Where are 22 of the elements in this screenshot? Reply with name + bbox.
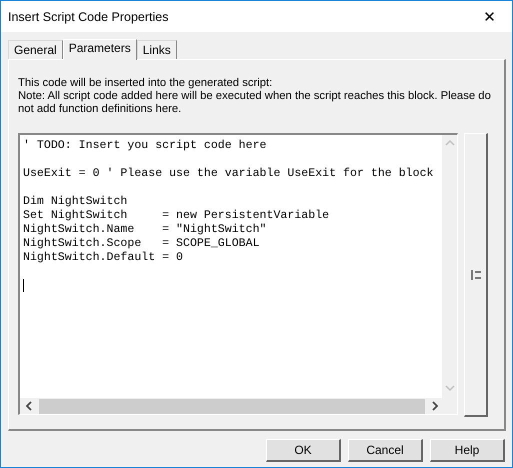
description-text: This code will be inserted into the generated script: Note: All script code added here will be executed when the script reaches this block. Please do not add function definitions here. [18, 77, 492, 117]
code-line: Dim NightSwitch [23, 195, 128, 209]
scroll-right-icon[interactable] [431, 401, 439, 411]
code-line: Set NightSwitch = new PersistentVariable [23, 209, 330, 223]
code-line: NightSwitch.Scope = SCOPE_GLOBAL [23, 237, 261, 251]
text-cursor [23, 279, 24, 292]
tab[interactable]: Parameters [62, 39, 137, 60]
tab[interactable]: General [8, 40, 63, 59]
code-line: ' TODO: Insert you script code here [23, 139, 268, 153]
code-line: NightSwitch.Name = "NightSwitch" [23, 223, 268, 237]
scroll-left-icon[interactable] [25, 401, 33, 411]
variables-button[interactable] [464, 133, 488, 417]
code-line: NightSwitch.Default = 0 [23, 251, 184, 265]
code-editor[interactable] [18, 133, 458, 415]
dialog-button[interactable]: Help [430, 439, 505, 462]
scrollbar-thumb[interactable] [39, 398, 425, 414]
dialog-button[interactable]: Cancel [348, 439, 423, 462]
code-line: UseExit = 0 ' Please use the variable UseExit for the block [23, 167, 434, 181]
variable-list-icon [470, 270, 482, 280]
tab[interactable]: Links [136, 40, 177, 59]
window-title: Insert Script Code Properties [8, 10, 168, 24]
dialog-button[interactable]: OK [266, 439, 341, 462]
